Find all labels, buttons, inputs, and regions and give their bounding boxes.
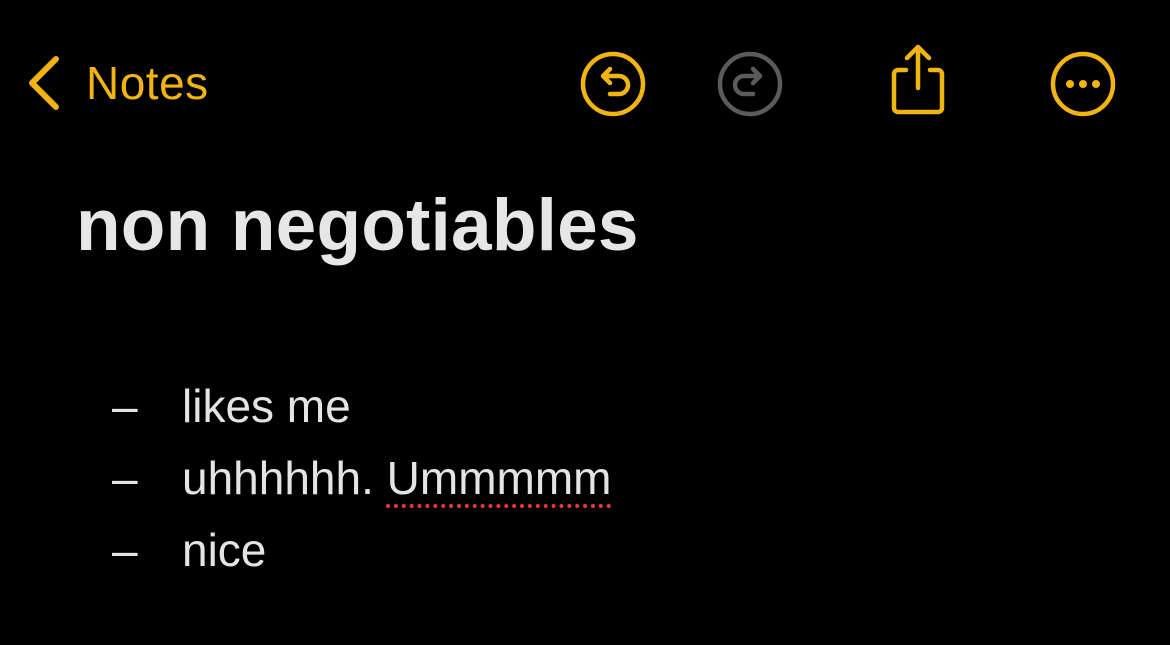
list-item[interactable]: – nice <box>112 514 611 586</box>
more-button[interactable] <box>1049 50 1117 118</box>
list-item-text[interactable]: likes me <box>182 379 351 433</box>
list-item-text-plain: uhhhhhh. <box>182 452 387 504</box>
back-label: Notes <box>86 57 209 109</box>
chevron-left-icon <box>26 55 62 111</box>
top-toolbar: Notes <box>0 0 1170 170</box>
note-title[interactable]: non negotiables <box>76 176 639 276</box>
note-body-list[interactable]: – likes me – uhhhhhh. Ummmmm – nice <box>112 370 611 586</box>
list-item-text[interactable]: nice <box>182 523 266 577</box>
more-icon <box>1049 50 1117 118</box>
dash-bullet: – <box>112 452 138 504</box>
dash-bullet: – <box>112 380 138 432</box>
misspelled-word[interactable]: Ummmmm <box>387 452 612 504</box>
redo-button[interactable] <box>716 50 784 118</box>
list-item-text[interactable]: uhhhhhh. Ummmmm <box>182 451 611 505</box>
dash-bullet: – <box>112 524 138 576</box>
share-button[interactable] <box>884 44 952 115</box>
undo-icon <box>579 50 647 118</box>
list-item[interactable]: – likes me <box>112 370 611 442</box>
undo-button[interactable] <box>579 50 647 118</box>
list-item[interactable]: – uhhhhhh. Ummmmm <box>112 442 611 514</box>
share-icon <box>884 42 952 118</box>
redo-icon <box>716 50 784 118</box>
back-button[interactable]: Notes <box>26 50 209 116</box>
